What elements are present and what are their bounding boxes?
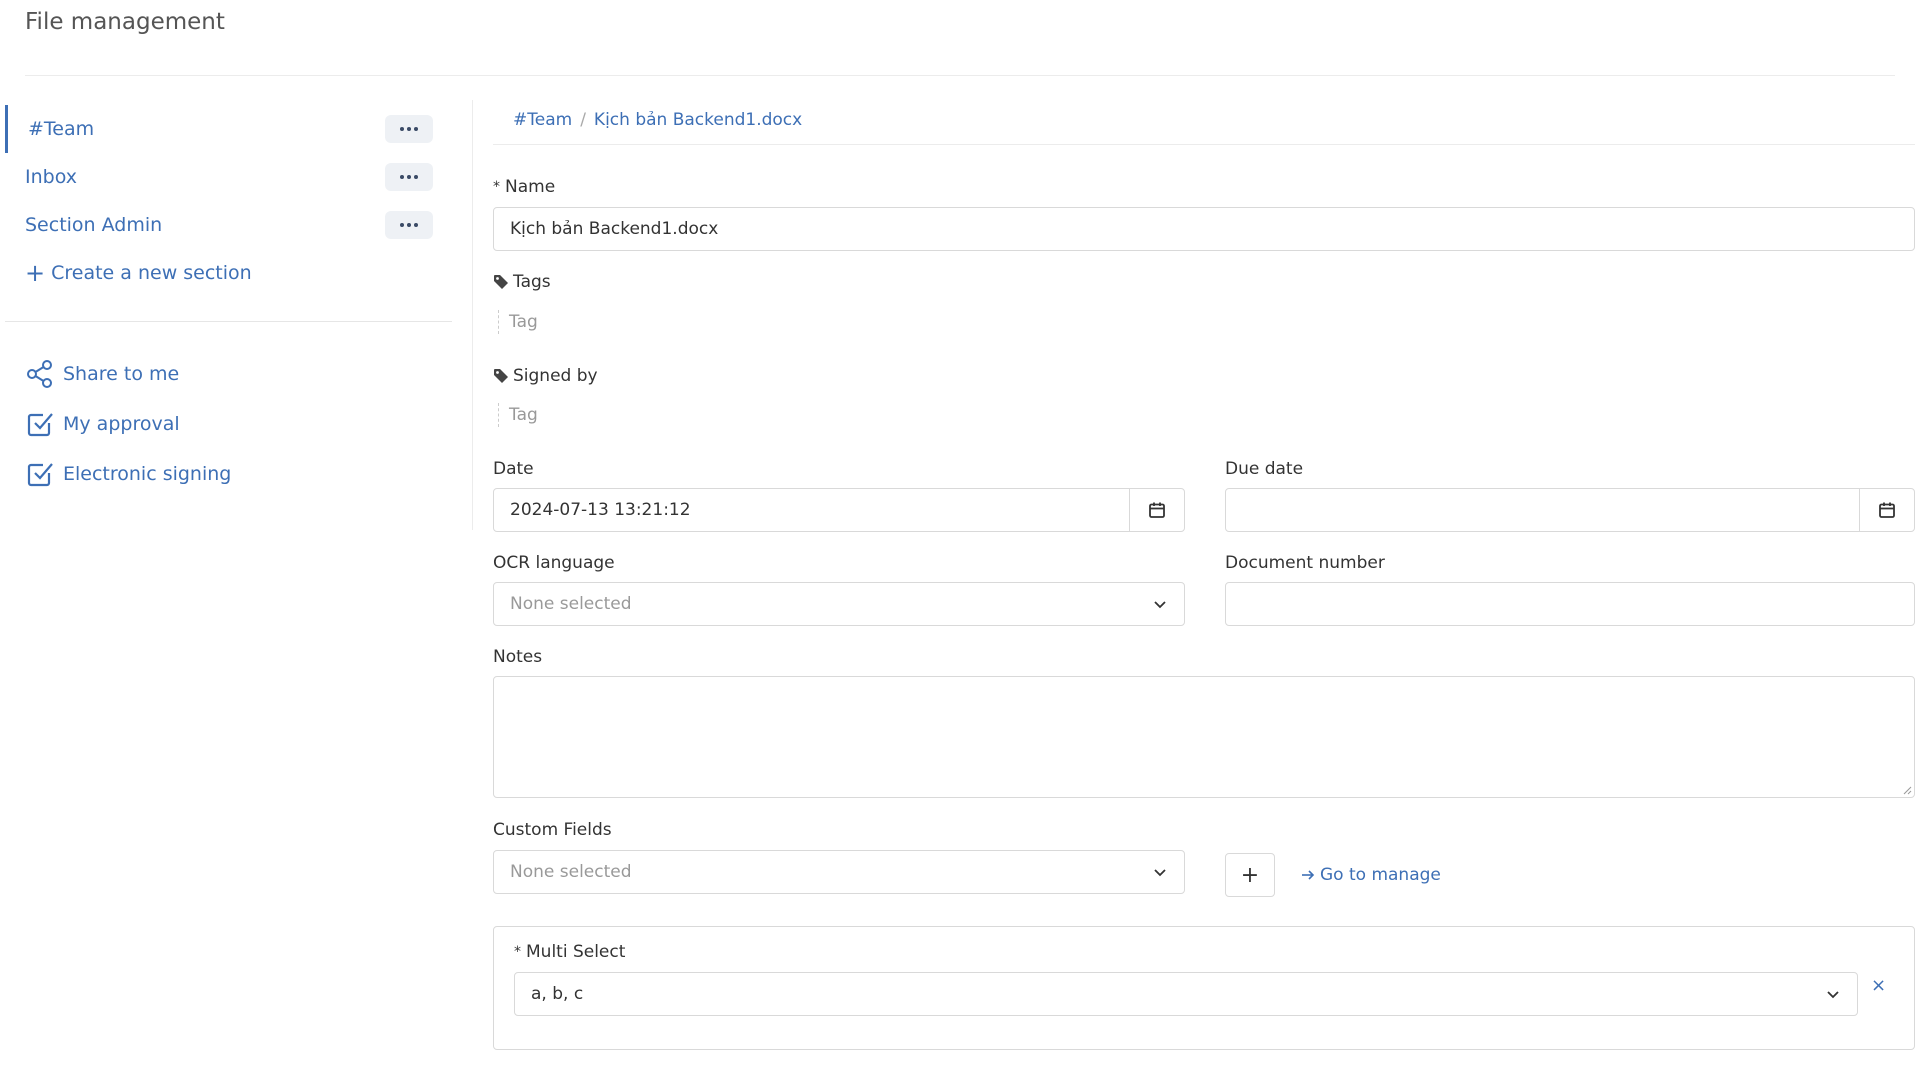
checkbox-icon	[27, 463, 53, 487]
multi-select-dropdown[interactable]: a, b, c	[514, 972, 1858, 1016]
sidebar-section-admin[interactable]: Section Admin	[0, 201, 460, 249]
sidebar-link-share-to-me[interactable]: Share to me	[0, 349, 460, 399]
go-to-manage-label: Go to manage	[1320, 865, 1441, 885]
tag-icon	[494, 369, 508, 383]
section-more-button[interactable]	[385, 163, 433, 191]
calendar-button[interactable]	[1129, 489, 1184, 531]
sidebar-divider-vertical	[472, 100, 473, 530]
sidebar-section-label: Section Admin	[25, 214, 163, 236]
section-more-button[interactable]	[385, 115, 433, 143]
notes-label: Notes	[493, 647, 543, 667]
arrow-right-icon	[1302, 870, 1315, 880]
custom-fields-label: Custom Fields	[493, 820, 612, 840]
tags-label-text: Tags	[513, 272, 551, 292]
sidebar-link-label: Electronic signing	[63, 463, 232, 485]
more-dot-icon	[414, 127, 418, 131]
more-dot-icon	[400, 175, 404, 179]
remove-field-button[interactable]: ×	[1871, 975, 1886, 996]
breadcrumb-current[interactable]: Kịch bản Backend1.docx	[594, 110, 802, 130]
ocr-language-label: OCR language	[493, 553, 615, 573]
signed-by-input[interactable]: Tag	[498, 403, 538, 427]
sidebar-link-my-approval[interactable]: My approval	[0, 399, 460, 449]
custom-fields-value: None selected	[510, 862, 632, 882]
more-dot-icon	[414, 175, 418, 179]
go-to-manage-link[interactable]: Go to manage	[1300, 865, 1441, 885]
title-divider	[25, 75, 1895, 76]
sidebar-section-inbox[interactable]: Inbox	[0, 153, 460, 201]
due-date-label: Due date	[1225, 459, 1304, 479]
name-input[interactable]: Kịch bản Backend1.docx	[493, 207, 1915, 251]
create-section-label: Create a new section	[51, 262, 252, 284]
chevron-down-icon	[1827, 991, 1839, 999]
calendar-icon	[1879, 502, 1895, 518]
sidebar-section-team[interactable]: #Team	[0, 105, 460, 153]
sidebar-link-electronic-signing[interactable]: Electronic signing	[0, 449, 460, 499]
date-picker[interactable]: 2024-07-13 13:21:12	[493, 488, 1185, 532]
sidebar-link-label: Share to me	[63, 363, 180, 385]
required-mark: *	[493, 179, 500, 195]
date-label: Date	[493, 459, 534, 479]
more-dot-icon	[407, 175, 411, 179]
more-dot-icon	[414, 223, 418, 227]
required-mark: *	[514, 944, 521, 960]
ocr-language-value: None selected	[510, 594, 632, 614]
plus-icon: +	[25, 259, 46, 287]
checkbox-icon	[27, 413, 53, 437]
sidebar-link-label: My approval	[63, 413, 180, 435]
section-more-button[interactable]	[385, 211, 433, 239]
more-dot-icon	[400, 223, 404, 227]
more-dot-icon	[407, 223, 411, 227]
breadcrumb: #Team / Kịch bản Backend1.docx	[493, 110, 1915, 130]
multi-select-label-text: Multi Select	[526, 942, 626, 962]
file-form: #Team / Kịch bản Backend1.docx	[493, 110, 1915, 145]
sidebar-section-label: #Team	[28, 118, 95, 140]
more-dot-icon	[407, 127, 411, 131]
document-number-label: Document number	[1225, 553, 1385, 573]
sidebar: #Team Inbox Section Admin + Create a new…	[0, 105, 460, 499]
notes-textarea[interactable]	[493, 676, 1915, 798]
signed-by-label: Signed by	[493, 366, 598, 386]
date-input[interactable]: 2024-07-13 13:21:12	[494, 489, 1129, 531]
multi-select-label: * Multi Select	[514, 942, 625, 962]
calendar-button[interactable]	[1859, 489, 1914, 531]
name-label-text: Name	[505, 177, 556, 197]
add-custom-field-button[interactable]: +	[1225, 853, 1275, 897]
chevron-down-icon	[1154, 601, 1166, 609]
page-title: File management	[25, 9, 225, 35]
chevron-down-icon	[1154, 869, 1166, 877]
breadcrumb-root[interactable]: #Team	[513, 110, 572, 130]
share-icon	[27, 360, 52, 388]
breadcrumb-separator: /	[580, 110, 586, 130]
tags-label: Tags	[493, 272, 551, 292]
more-dot-icon	[400, 127, 404, 131]
breadcrumb-divider	[493, 144, 1915, 145]
resize-grip-icon[interactable]	[1902, 785, 1912, 795]
name-label: * Name	[493, 177, 555, 197]
document-number-input[interactable]	[1225, 582, 1915, 626]
sidebar-divider	[5, 321, 452, 322]
due-date-picker[interactable]	[1225, 488, 1915, 532]
calendar-icon	[1149, 502, 1165, 518]
multi-select-value: a, b, c	[531, 984, 584, 1004]
sidebar-section-label: Inbox	[25, 166, 77, 188]
due-date-input[interactable]	[1226, 489, 1859, 531]
create-section-button[interactable]: + Create a new section	[0, 249, 460, 297]
tag-icon	[494, 275, 508, 289]
ocr-language-select[interactable]: None selected	[493, 582, 1185, 626]
custom-fields-select[interactable]: None selected	[493, 850, 1185, 894]
signed-by-label-text: Signed by	[513, 366, 598, 386]
tags-input[interactable]: Tag	[498, 310, 538, 334]
